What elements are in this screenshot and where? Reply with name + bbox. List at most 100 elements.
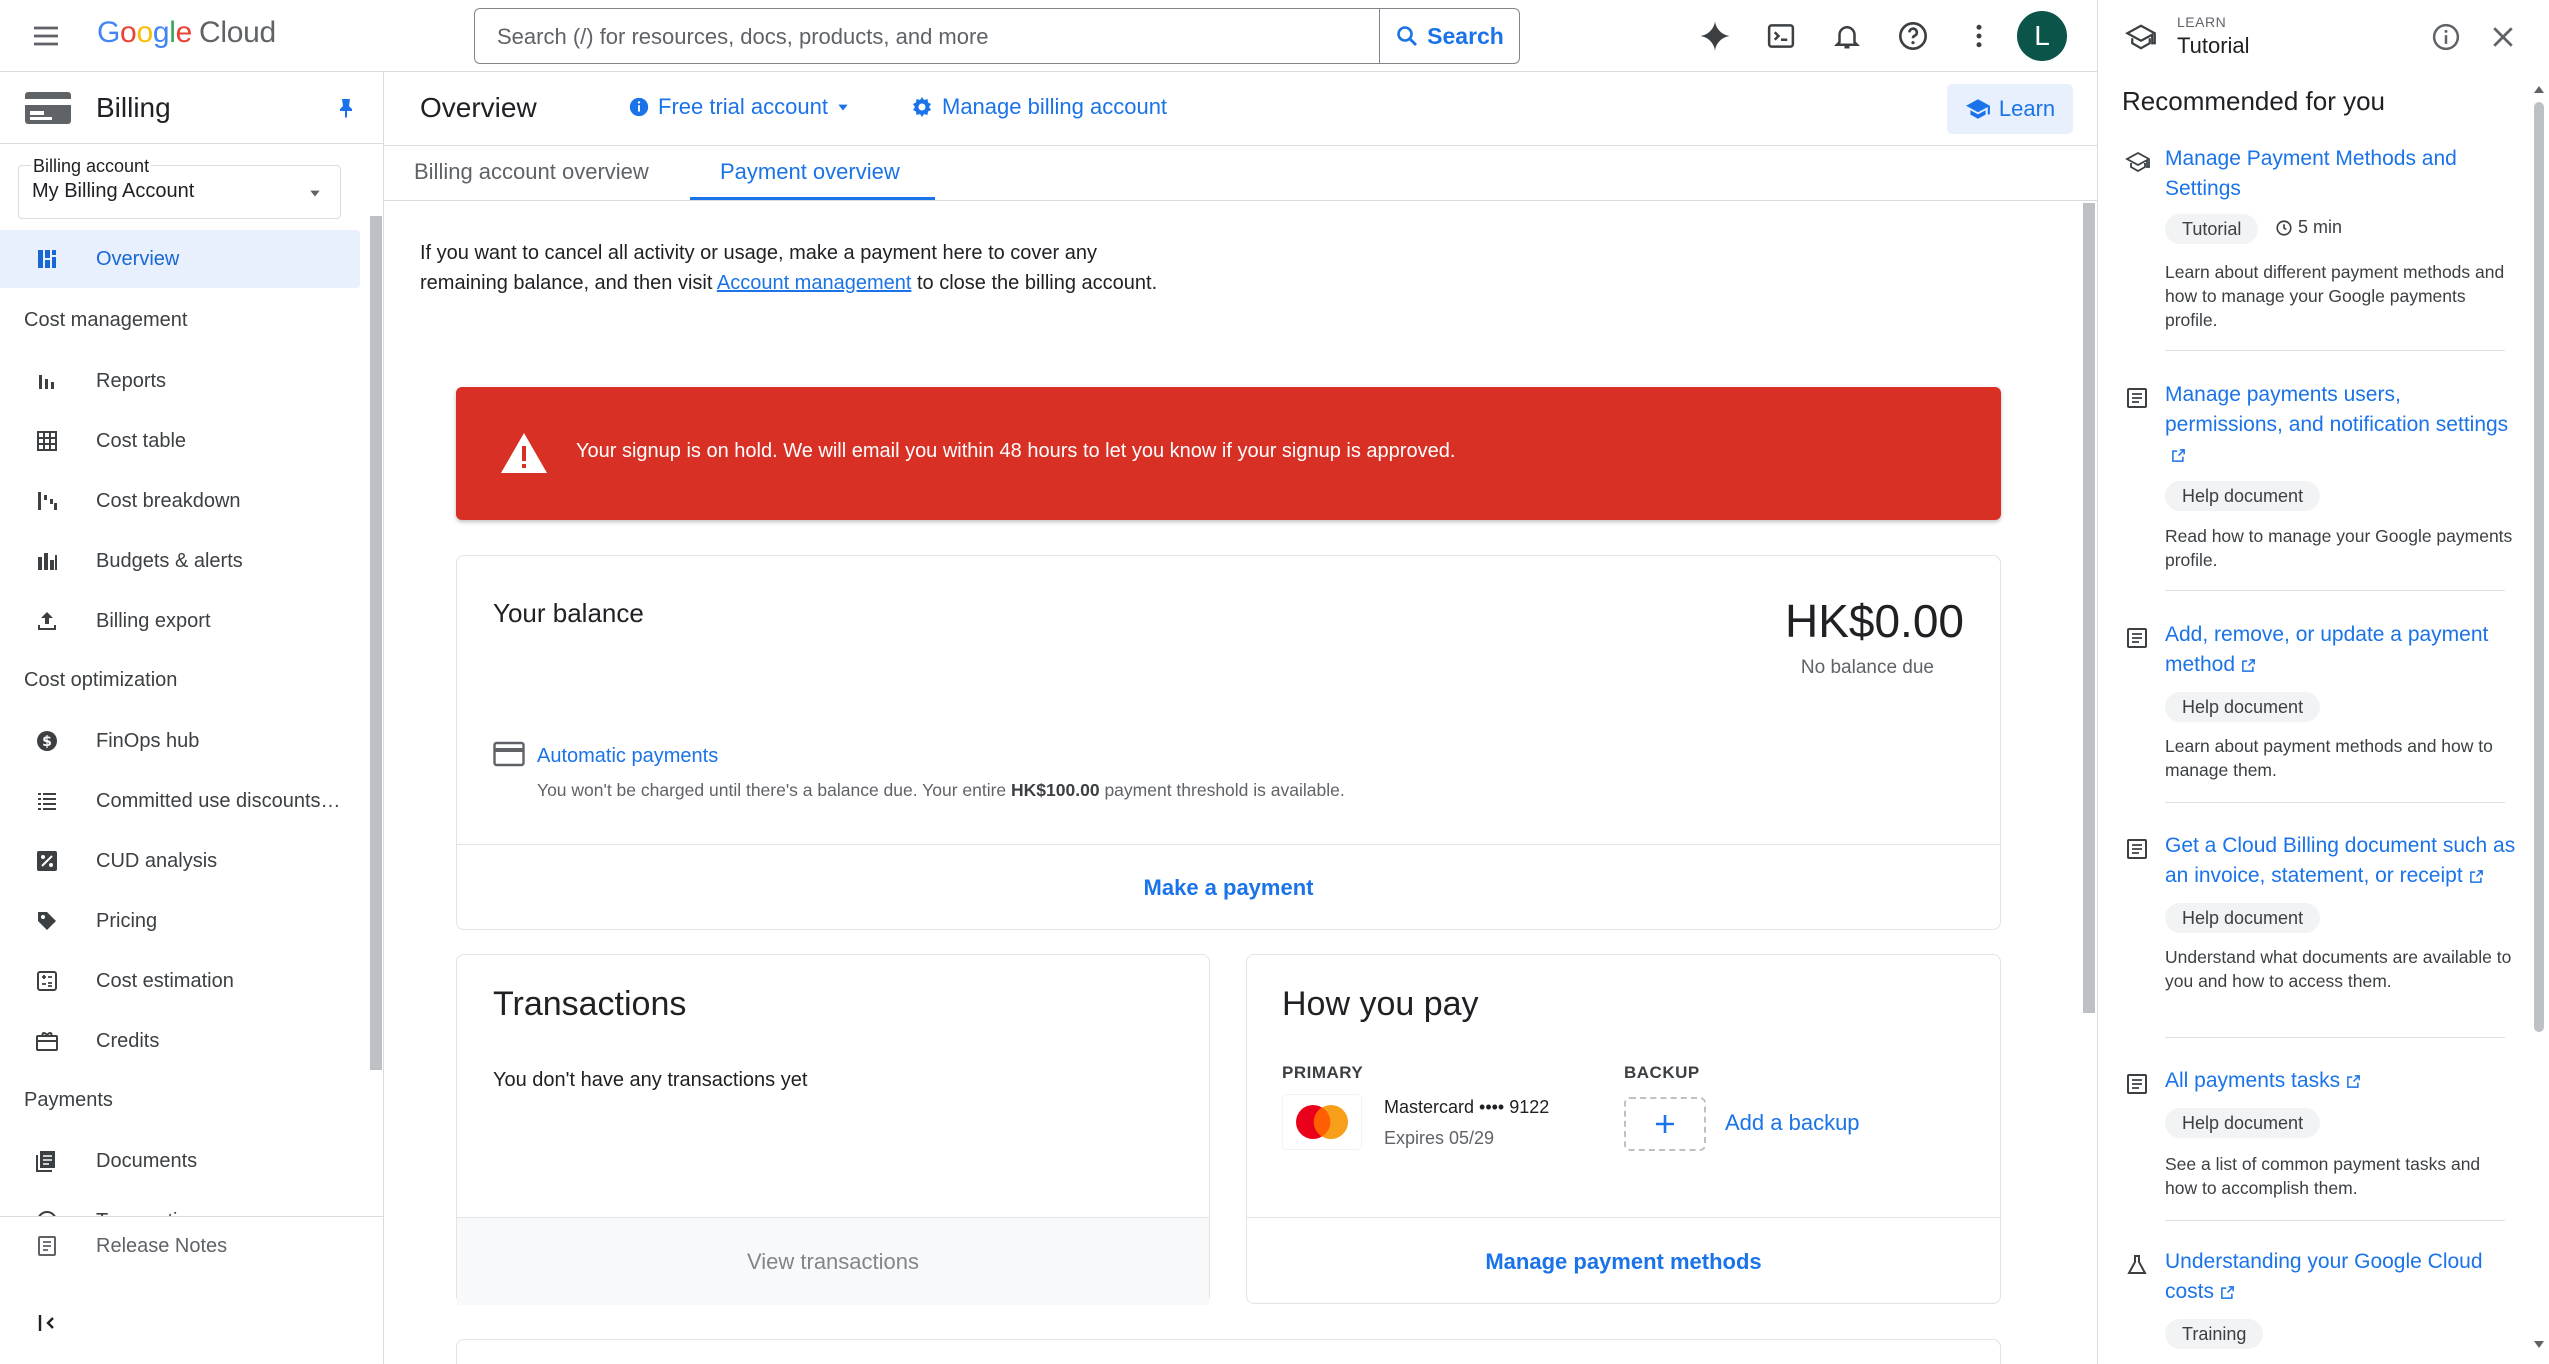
- billing-nav-header: Billing: [0, 72, 383, 144]
- nav-budgets-alerts[interactable]: Budgets & alerts: [0, 532, 360, 590]
- manage-payment-methods-button[interactable]: Manage payment methods: [1247, 1217, 2000, 1305]
- billing-side-nav: Billing My Billing Account Billing accou…: [0, 72, 384, 1364]
- payments-heading: Payments: [24, 1089, 113, 1111]
- notifications-bell-icon[interactable]: [1829, 18, 1865, 54]
- credit-card-icon: [493, 741, 525, 767]
- transactions-empty-message: You don't have any transactions yet: [493, 1069, 808, 1091]
- divider: [2165, 1220, 2505, 1221]
- add-backup-plus-icon[interactable]: [1624, 1097, 1706, 1151]
- external-link-icon: [2469, 869, 2484, 884]
- primary-card-expiry: Expires 05/29: [1384, 1128, 1495, 1148]
- learn-panel-scrollbar-thumb[interactable]: [2534, 102, 2544, 1032]
- nav-pricing[interactable]: Pricing: [0, 892, 360, 950]
- how-you-pay-title: How you pay: [1282, 985, 1479, 1023]
- close-icon[interactable]: [2488, 22, 2518, 52]
- nav-finops-hub[interactable]: $ FinOps hub: [0, 712, 360, 770]
- pin-icon[interactable]: [334, 96, 358, 120]
- learn-item-link[interactable]: Understanding your Google Cloud costs: [2165, 1247, 2515, 1307]
- school-cap-icon: [2125, 22, 2157, 52]
- nav-scrollbar[interactable]: [368, 144, 383, 1294]
- table-grid-icon: [37, 431, 57, 451]
- nav-overview[interactable]: Overview: [0, 230, 360, 288]
- cost-management-heading: Cost management: [24, 309, 188, 331]
- account-type-dropdown[interactable]: Free trial account: [628, 94, 850, 120]
- learn-item-description: Read how to manage your Google payments …: [2165, 526, 2513, 570]
- page-title: Overview: [420, 92, 537, 123]
- dollar-circle-icon: $: [37, 731, 57, 751]
- manage-billing-account-label: Manage billing account: [942, 94, 1168, 119]
- bar-chart-icon: [39, 375, 54, 389]
- learn-panel-scrollbar[interactable]: [2528, 80, 2549, 1364]
- learn-item-link[interactable]: All payments tasks: [2165, 1066, 2515, 1096]
- learn-item-title: Get a Cloud Billing document such as an …: [2165, 834, 2516, 887]
- learn-item-type-chip: Help document: [2165, 903, 2321, 933]
- more-options-icon[interactable]: [1961, 18, 1997, 54]
- learn-item-link[interactable]: Get a Cloud Billing document such as an …: [2165, 831, 2535, 891]
- learn-item-link[interactable]: Add, remove, or update a payment method: [2165, 620, 2515, 680]
- info-outline-icon[interactable]: [2431, 22, 2461, 52]
- search-icon: [1397, 26, 1418, 46]
- nav-reports[interactable]: Reports: [0, 352, 360, 410]
- balance-status: No balance due: [1800, 657, 1934, 678]
- tab-payment-overview[interactable]: Payment overview: [720, 159, 900, 185]
- nav-cost-estimation[interactable]: Cost estimation: [0, 952, 360, 1010]
- primary-label: PRIMARY: [1282, 1063, 1364, 1082]
- collapse-nav-icon[interactable]: [36, 1311, 64, 1339]
- learn-item-link[interactable]: Manage payments users, permissions, and …: [2165, 380, 2515, 470]
- nav-scrollbar-thumb[interactable]: [370, 216, 382, 1070]
- learn-item-title: Manage payments users, permissions, and …: [2165, 383, 2509, 436]
- account-avatar[interactable]: L: [2017, 11, 2067, 61]
- nav-cud-analysis[interactable]: CUD analysis: [0, 832, 360, 890]
- scroll-up-arrow-icon[interactable]: [2533, 84, 2545, 94]
- nav-cost-breakdown[interactable]: Cost breakdown: [0, 472, 360, 530]
- gemini-sparkle-icon[interactable]: [1697, 18, 1733, 54]
- google-cloud-logo[interactable]: Google Cloud: [97, 16, 276, 50]
- list-icon: [38, 793, 56, 810]
- help-question-icon[interactable]: [1895, 18, 1931, 54]
- documents-icon: [36, 1151, 55, 1172]
- logo-google-text: Google: [97, 16, 192, 49]
- page-header: Overview Free trial account Manage billi…: [384, 72, 2097, 146]
- scroll-down-arrow-icon[interactable]: [2533, 1340, 2545, 1350]
- search-input[interactable]: [497, 21, 1327, 53]
- add-backup-link[interactable]: Add a backup: [1725, 1110, 1860, 1136]
- learn-item-description: See a list of common payment tasks and h…: [2165, 1154, 2481, 1198]
- gift-credits-icon: [36, 1032, 58, 1051]
- nav-release-notes[interactable]: Release Notes: [0, 1217, 360, 1275]
- divider: [2165, 1037, 2505, 1038]
- learn-item-description: Learn about payment methods and how to m…: [2165, 736, 2493, 780]
- learn-panel-header: LEARN Tutorial: [2098, 0, 2549, 72]
- learn-button[interactable]: Learn: [1947, 84, 2073, 134]
- overview-tabs: Billing account overview Payment overvie…: [384, 146, 2097, 201]
- billing-account-label: Billing account: [31, 156, 152, 177]
- manage-billing-account-button[interactable]: Manage billing account: [910, 94, 1167, 120]
- main-menu-icon[interactable]: [30, 20, 62, 52]
- divider: [2165, 590, 2505, 591]
- account-management-link[interactable]: Account management: [717, 272, 912, 294]
- nav-committed-use-discounts[interactable]: Committed use discounts…: [0, 772, 360, 830]
- search-button[interactable]: Search: [1379, 9, 1519, 63]
- cloud-shell-terminal-icon[interactable]: [1763, 18, 1799, 54]
- tab-billing-account-overview[interactable]: Billing account overview: [414, 159, 649, 185]
- signup-hold-alert: Your signup is on hold. We will email yo…: [456, 387, 2001, 520]
- view-transactions-button[interactable]: View transactions: [457, 1217, 1209, 1305]
- dashboard-icon: [38, 250, 56, 268]
- transactions-card: Transactions You don't have any transact…: [456, 954, 1210, 1305]
- automatic-payments-link[interactable]: Automatic payments: [537, 745, 718, 768]
- top-bar: GoogleCloud Search L: [0, 0, 2097, 72]
- clock-icon: [2276, 219, 2292, 236]
- nav-billing-export[interactable]: Billing export: [0, 592, 360, 650]
- learn-side-panel: LEARN Tutorial Recommended for you Manag…: [2097, 0, 2549, 1364]
- autopay-desc-end: payment threshold is available.: [1099, 780, 1345, 800]
- main-scrollbar-thumb[interactable]: [2083, 203, 2095, 1013]
- intro-text: If you want to cancel all activity or us…: [420, 238, 1180, 298]
- learn-item-link[interactable]: Manage Payment Methods and Settings: [2165, 144, 2515, 204]
- make-payment-button[interactable]: Make a payment: [457, 844, 2000, 931]
- price-tag-icon: [38, 912, 56, 930]
- autopay-desc-start: You won't be charged until there's a bal…: [537, 780, 1012, 800]
- nav-cost-table[interactable]: Cost table: [0, 412, 360, 470]
- main-scrollbar[interactable]: [2081, 201, 2097, 1364]
- nav-documents[interactable]: Documents: [0, 1132, 360, 1190]
- nav-credits[interactable]: Credits: [0, 1012, 360, 1070]
- nav-budgets-alerts-label: Budgets & alerts: [96, 549, 243, 572]
